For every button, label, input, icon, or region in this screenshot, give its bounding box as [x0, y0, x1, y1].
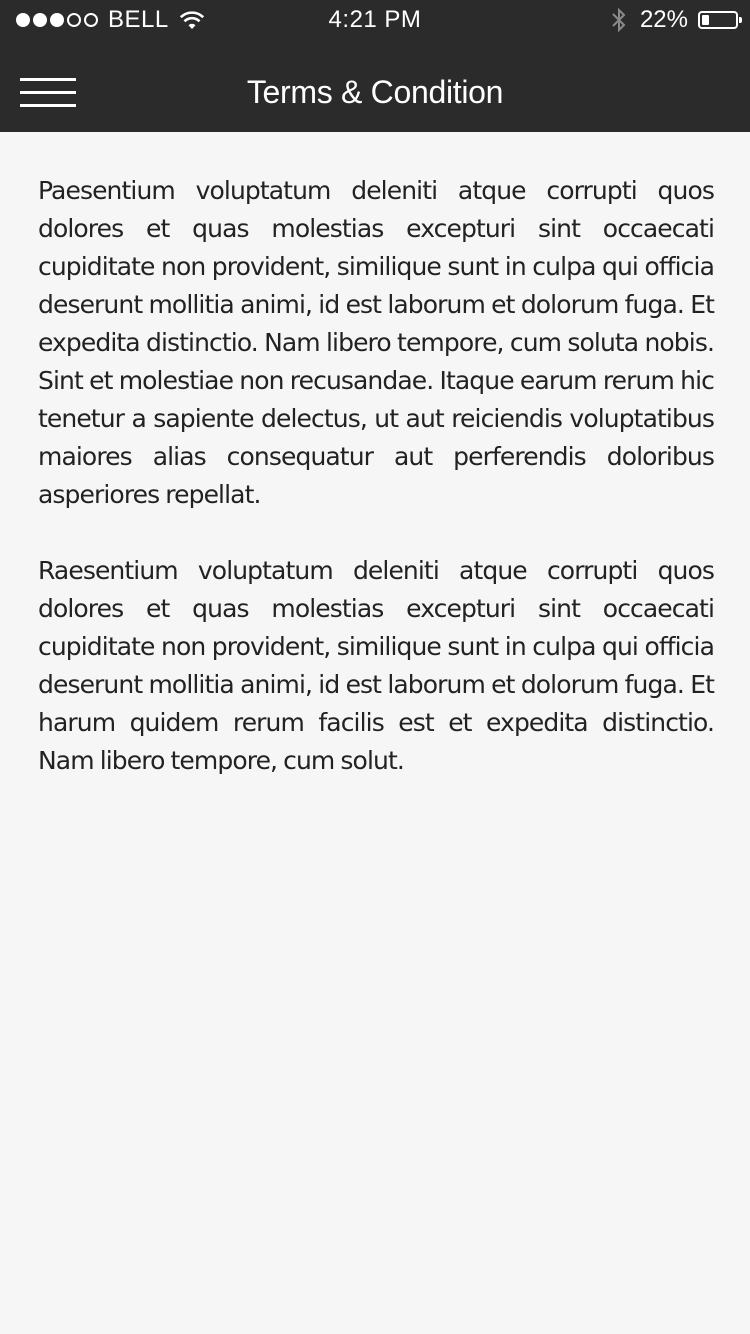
status-bar: BELL 4:21 PM 22% — [0, 0, 750, 40]
navigation-bar: Terms & Condition — [0, 40, 750, 132]
battery-fill — [702, 15, 709, 25]
terms-paragraph: Raesentium voluptatum deleniti atque cor… — [38, 556, 715, 775]
terms-content: Paesentium voluptatum deleniti atque cor… — [38, 172, 715, 818]
top-bar: BELL 4:21 PM 22% Terms & Condition — [0, 0, 750, 132]
battery-nub — [739, 17, 742, 23]
status-right: 22% — [610, 6, 742, 34]
battery-percent: 22% — [639, 6, 688, 33]
bluetooth-icon — [612, 7, 626, 33]
battery-icon — [698, 11, 742, 29]
page-title: Terms & Condition — [246, 74, 504, 110]
terms-paragraph: Paesentium voluptatum deleniti atque cor… — [38, 176, 715, 509]
